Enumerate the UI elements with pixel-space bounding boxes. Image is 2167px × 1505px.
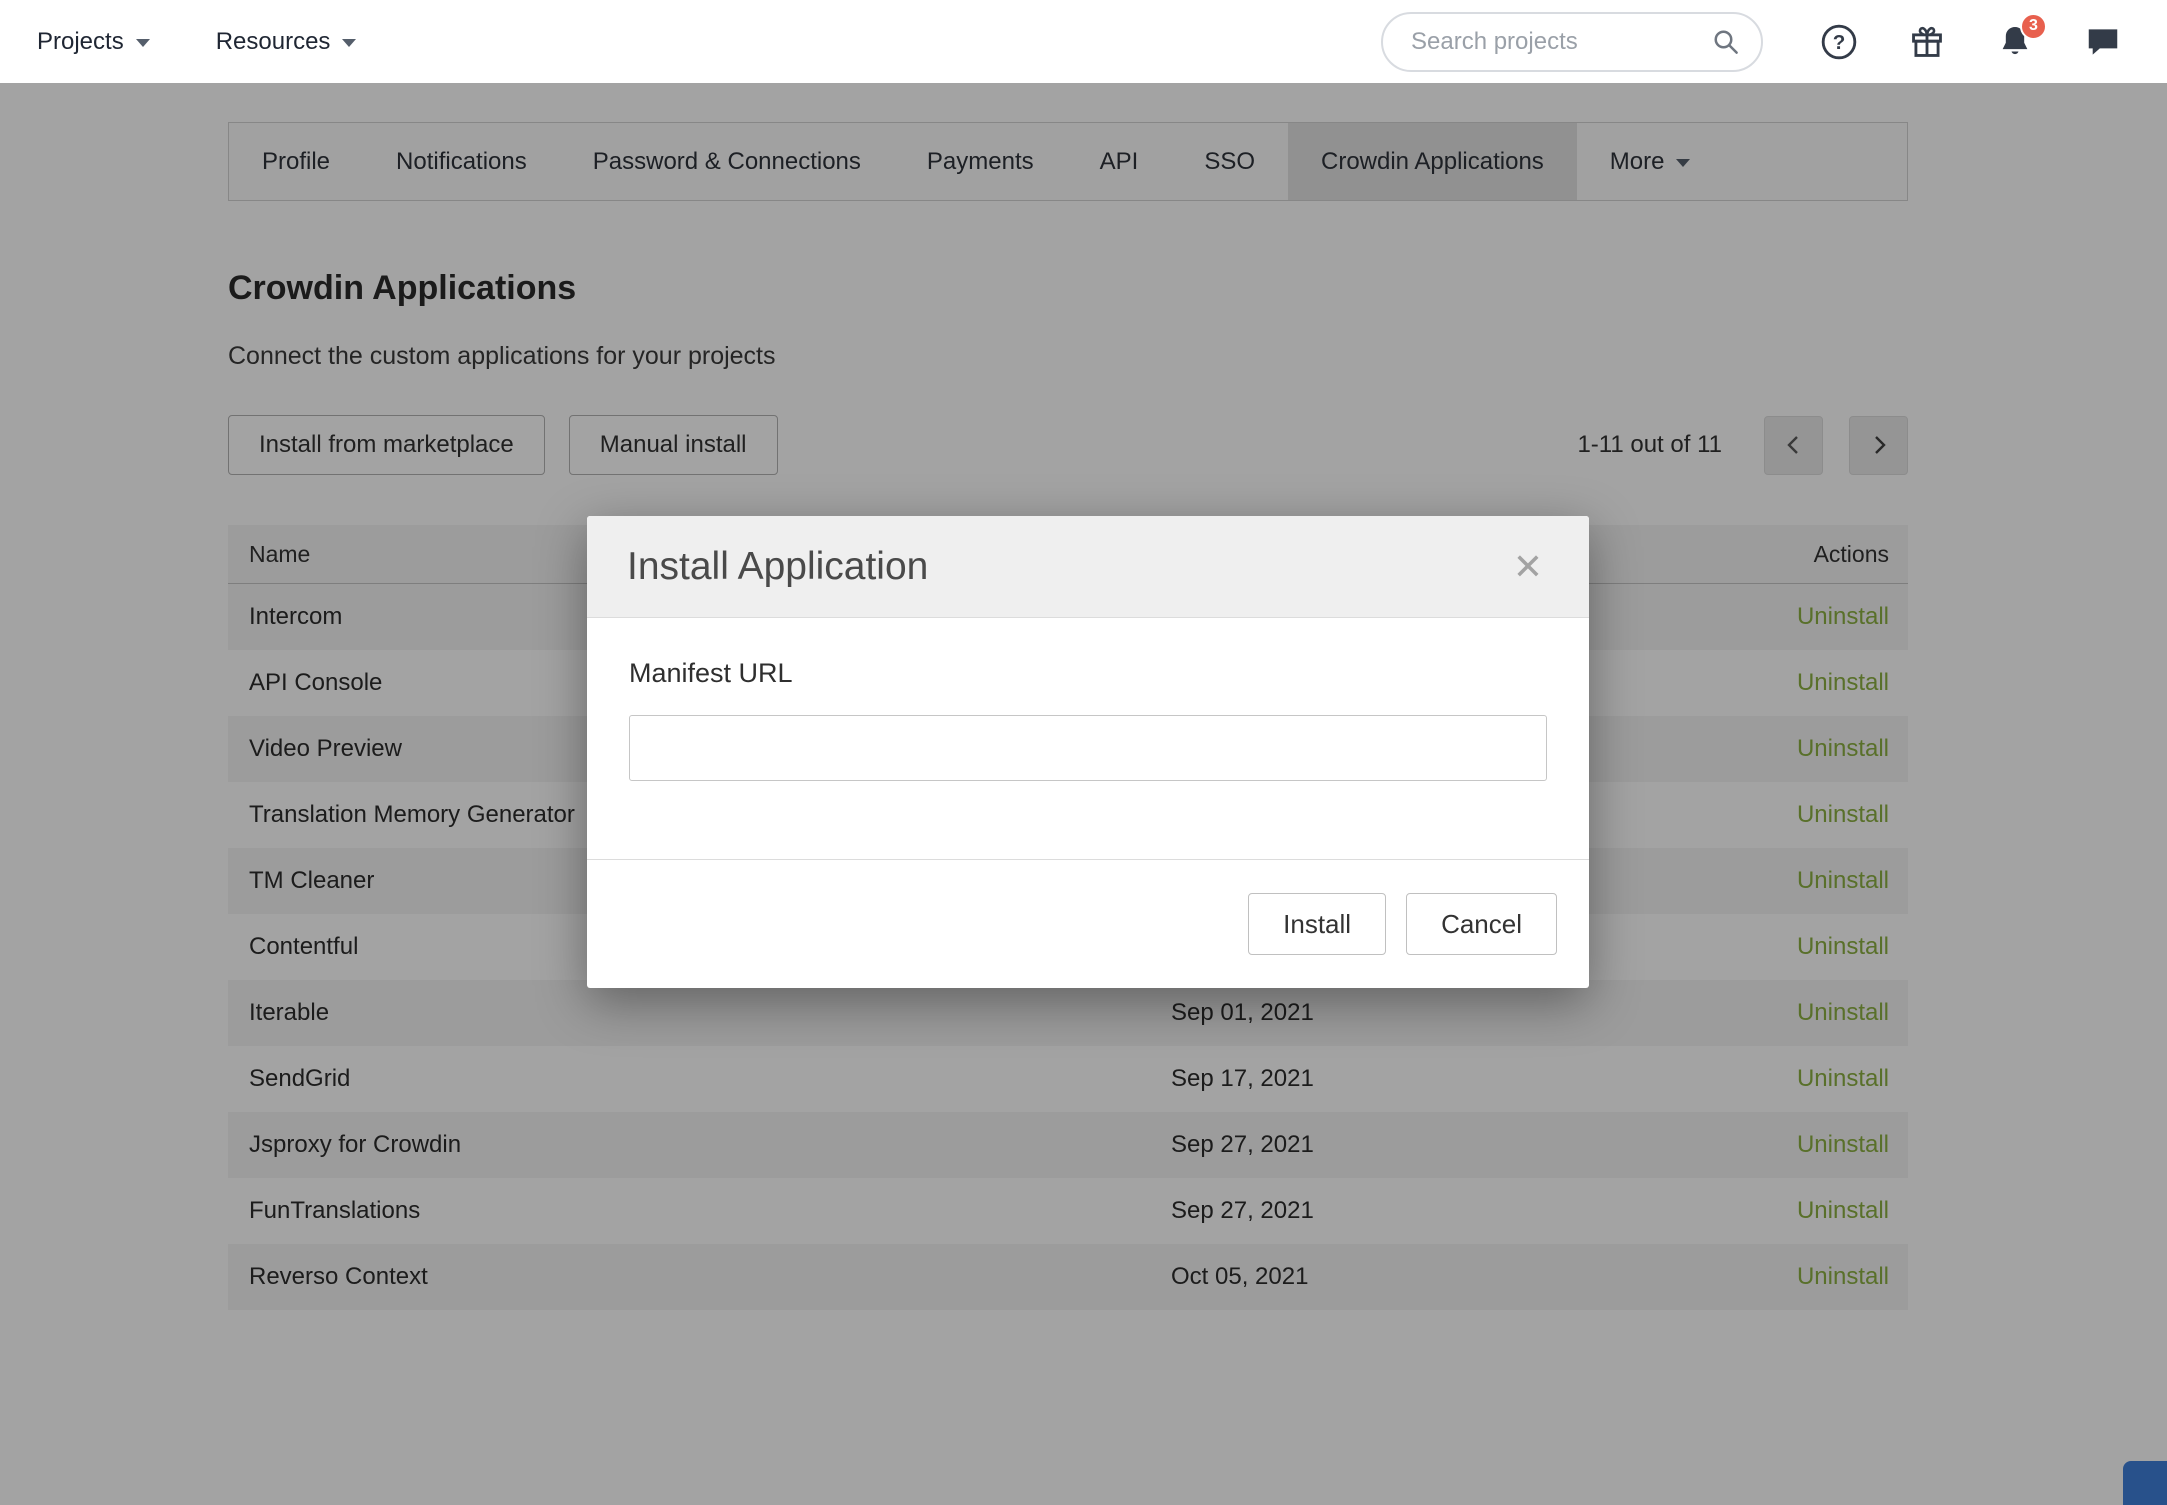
modal-title: Install Application [627,545,928,589]
chat-icon [2084,23,2122,61]
manifest-url-label: Manifest URL [629,658,1547,689]
search-input[interactable] [1409,27,1711,57]
gift-button[interactable] [1907,22,1947,62]
install-application-modal: Install Application ✕ Manifest URL Insta… [587,516,1589,988]
modal-footer: Install Cancel [587,860,1589,988]
projects-menu-label: Projects [37,28,124,56]
resources-menu[interactable]: Resources [216,28,357,56]
gift-icon [1908,23,1946,61]
search-box[interactable] [1381,12,1763,72]
help-icon: ? [1820,23,1858,61]
notifications-button[interactable]: 3 [1995,22,2035,62]
top-navbar: Projects Resources ? [0,0,2167,83]
install-button[interactable]: Install [1248,893,1386,955]
search-icon [1711,27,1741,57]
svg-text:?: ? [1833,31,1846,54]
messages-button[interactable] [2083,22,2123,62]
help-button[interactable]: ? [1819,22,1859,62]
manifest-url-input[interactable] [629,715,1547,781]
chevron-down-icon [136,39,150,47]
modal-body: Manifest URL [587,618,1589,860]
resources-menu-label: Resources [216,28,331,56]
modal-header: Install Application ✕ [587,516,1589,618]
notification-badge: 3 [2020,13,2047,40]
close-icon[interactable]: ✕ [1507,543,1549,591]
navbar-icons: ? 3 [1819,22,2123,62]
cancel-button[interactable]: Cancel [1406,893,1557,955]
projects-menu[interactable]: Projects [37,28,150,56]
chevron-down-icon [342,39,356,47]
